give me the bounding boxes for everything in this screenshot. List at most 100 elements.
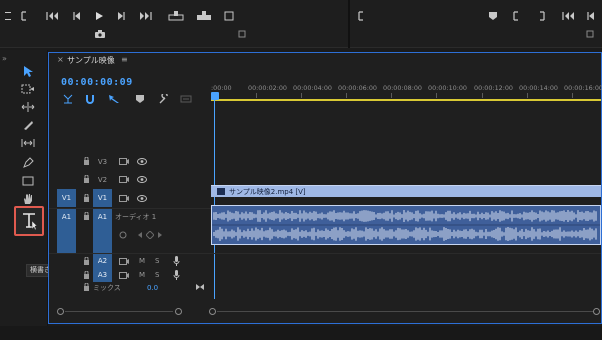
track-target-a1[interactable]: A1 [93, 209, 112, 253]
program-marker-icon[interactable] [488, 11, 498, 23]
microphone-icon[interactable] [173, 270, 180, 280]
mix-lock-icon[interactable] [83, 283, 90, 291]
type-tool-button[interactable] [14, 206, 44, 236]
rectangle-tool-icon[interactable] [20, 174, 36, 188]
razor-tool-icon[interactable] [20, 118, 36, 132]
track-target-a2[interactable]: A2 [93, 254, 112, 268]
tab-menu-icon[interactable]: ≡ [121, 55, 128, 64]
step-forward-icon[interactable] [116, 11, 126, 23]
clip-fx-icon [217, 188, 225, 195]
ruler-tick-mark [527, 93, 528, 98]
program-go-to-in-icon[interactable] [562, 11, 576, 23]
eye-icon[interactable] [137, 195, 147, 202]
program-mark-in-button[interactable] [512, 11, 520, 23]
pen-tool-icon[interactable] [20, 156, 36, 170]
ruler-tick-label: 00:00:02:00 [248, 84, 287, 92]
track-target-v3[interactable]: V3 [93, 158, 112, 166]
program-settings-icon[interactable] [586, 30, 594, 42]
close-tab-icon[interactable]: × [57, 55, 64, 64]
hand-tool-icon[interactable] [20, 192, 36, 206]
program-mark-out-button[interactable] [538, 11, 546, 23]
sync-lock-icon[interactable] [119, 176, 129, 183]
prev-keyframe-icon[interactable] [137, 231, 143, 239]
bottom-panel-strip [0, 326, 602, 340]
ruler-tick-mark [301, 93, 302, 98]
audio-waveform [212, 210, 600, 241]
sync-lock-icon[interactable] [119, 195, 129, 202]
lock-icon[interactable] [83, 257, 90, 265]
slip-tool-icon[interactable] [20, 136, 36, 150]
horizontal-scrollbar[interactable] [49, 305, 601, 319]
track-a2: A2 M S [49, 254, 601, 268]
lock-icon[interactable] [83, 175, 90, 183]
audio-track-name[interactable]: オーディオ 1 [115, 212, 156, 222]
source-patch-a1[interactable]: A1 [57, 209, 76, 253]
sync-lock-icon[interactable] [119, 258, 129, 265]
playhead-handle[interactable] [211, 92, 219, 100]
lock-icon[interactable] [83, 271, 90, 279]
sequence-title: サンプル映像 [67, 56, 115, 65]
timeline-tab[interactable]: × サンプル映像 ≡ [49, 53, 601, 67]
ruler-tick-label: 00:00:08:00 [383, 84, 422, 92]
timeline-panel: × サンプル映像 ≡ 00:00:00:09 :00:00 00:00:02:00… [48, 52, 602, 324]
track-target-v1[interactable]: V1 [93, 189, 112, 207]
sync-lock-icon[interactable] [119, 158, 129, 165]
program-step-back-icon[interactable] [586, 11, 596, 23]
timeline-scroll-right-handle[interactable] [593, 308, 600, 315]
mark-in-button[interactable] [20, 11, 28, 23]
track-target-v2[interactable]: V2 [93, 176, 112, 184]
ruler-tick-mark [482, 93, 483, 98]
playhead-timecode[interactable]: 00:00:00:09 [61, 77, 133, 88]
tools-panel: » [0, 50, 48, 340]
timeline-scroll-track[interactable] [217, 311, 593, 312]
ruler-tick-mark [572, 93, 573, 98]
lock-icon[interactable] [83, 157, 90, 165]
audio-clip[interactable] [211, 205, 601, 245]
play-icon[interactable] [94, 11, 104, 23]
scroll-right-handle[interactable] [175, 308, 182, 315]
scroll-track-left[interactable] [65, 311, 173, 312]
ruler-tick-mark [436, 93, 437, 98]
timeline-scroll-left-handle[interactable] [209, 308, 216, 315]
microphone-icon[interactable] [173, 256, 180, 266]
ripple-edit-tool-icon[interactable] [20, 100, 36, 114]
add-keyframe-icon[interactable] [146, 231, 154, 239]
solo-button[interactable]: S [155, 257, 159, 265]
mix-trim-icon[interactable] [195, 283, 205, 291]
video-clip[interactable]: サンプル映像2.mp4 [V] [211, 185, 601, 197]
go-to-in-icon[interactable] [46, 11, 60, 23]
sync-lock-icon[interactable] [119, 272, 129, 279]
camera-icon[interactable] [95, 30, 105, 41]
next-keyframe-icon[interactable] [157, 231, 163, 239]
lock-icon[interactable] [83, 194, 90, 202]
track-a3: A3 M S [49, 268, 601, 282]
scroll-left-handle[interactable] [57, 308, 64, 315]
monitor-transport-strip [0, 0, 602, 48]
panel-expand-icon[interactable]: » [2, 54, 7, 63]
ruler-tick-mark [346, 93, 347, 98]
source-patch-v1[interactable]: V1 [57, 189, 76, 207]
source-export-frame-icon[interactable] [224, 11, 234, 23]
track-select-tool-icon[interactable] [20, 82, 36, 96]
eye-icon[interactable] [137, 176, 147, 183]
ruler-tick-label: 00:00:16:00 [564, 84, 602, 92]
source-settings-icon[interactable] [238, 30, 246, 42]
program-mark-in-icon[interactable] [358, 11, 366, 23]
eye-icon[interactable] [137, 158, 147, 165]
insert-icon[interactable] [168, 11, 184, 23]
mute-button[interactable]: M [139, 257, 145, 265]
selection-tool-icon[interactable] [20, 64, 36, 78]
mark-in-icon[interactable] [4, 11, 12, 23]
go-to-out-icon[interactable] [138, 11, 152, 23]
solo-button[interactable]: S [155, 271, 159, 279]
track-target-a3[interactable]: A3 [93, 268, 112, 282]
overwrite-icon[interactable] [196, 11, 212, 23]
volume-knob-icon[interactable] [119, 231, 127, 239]
mute-button[interactable]: M [139, 271, 145, 279]
mix-volume-value[interactable]: 0.0 [147, 284, 158, 292]
ruler-tick-label: 00:00:06:00 [338, 84, 377, 92]
ruler-tick-mark [391, 93, 392, 98]
time-ruler[interactable]: :00:00 00:00:02:00 00:00:04:00 00:00:06:00 0… [211, 81, 602, 101]
step-back-icon[interactable] [72, 11, 82, 23]
lock-icon[interactable] [83, 212, 90, 220]
